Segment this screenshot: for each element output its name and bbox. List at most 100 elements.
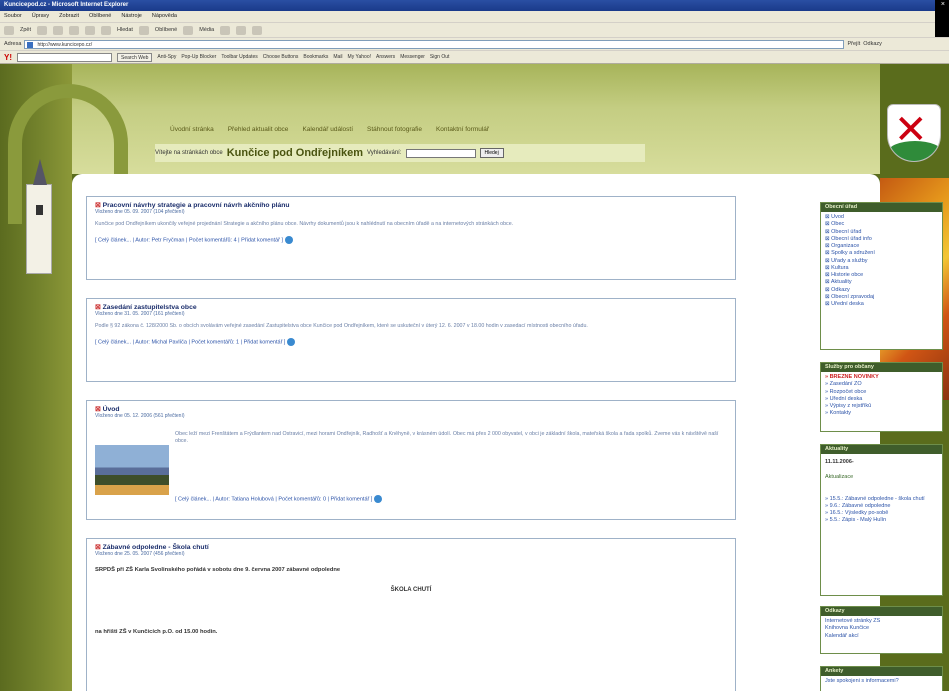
sidebar-item[interactable]: Internetové stránky ZŠ xyxy=(825,618,938,625)
favorites-label[interactable]: Oblíbené xyxy=(155,27,177,33)
nav-news[interactable]: Přehled aktualit obce xyxy=(228,126,289,133)
yahoo-item[interactable]: Answers xyxy=(376,54,395,60)
home-icon[interactable] xyxy=(85,25,96,35)
standard-toolbar: Zpět Hledat Oblíbené Média xyxy=(0,22,935,37)
menu-tools[interactable]: Nástroje xyxy=(121,13,141,20)
article-links[interactable]: [ Celý článek... | Autor: Michal Pavlíča… xyxy=(95,338,727,347)
sidebar-item[interactable]: ⊠ Spolky a sdružení xyxy=(825,250,938,257)
site-search-button[interactable]: Hledej xyxy=(479,148,504,158)
yahoo-search-input[interactable] xyxy=(17,52,112,62)
sidebar-box: Ankety Jste spokojeni s informacemi? xyxy=(820,666,943,691)
sidebar-item[interactable]: » Rozpočet obce xyxy=(825,389,938,396)
yahoo-item[interactable]: Messenger xyxy=(400,54,425,60)
sidebar-item[interactable]: Kalendář akcí xyxy=(825,633,938,640)
history-icon[interactable] xyxy=(220,25,231,35)
sidebar-item[interactable]: Knihovna Kunčice xyxy=(825,625,938,632)
article-links[interactable]: [ Celý článek... | Autor: Tatiana Holubo… xyxy=(175,495,383,503)
sidebar-item[interactable]: » Kontakty xyxy=(825,410,938,417)
sidebar-item[interactable]: ⊠ Úřední deska xyxy=(825,301,938,308)
article-meta: Vloženo dne 25. 05. 2007 (456 přečtení) xyxy=(95,551,185,557)
close-icon[interactable]: × xyxy=(941,1,945,8)
search-icon[interactable] xyxy=(101,25,112,35)
sidebar-heading: Odkazy xyxy=(821,607,942,616)
article-title[interactable]: ⊠ Zábavné odpoledne - Škola chutí xyxy=(95,543,727,551)
sidebar-item[interactable]: ⊠ Organizace xyxy=(825,243,938,250)
print-icon[interactable] xyxy=(285,236,293,245)
welcome-text: Vítejte na stránkách obce xyxy=(155,150,223,156)
yahoo-item[interactable]: Bookmarks xyxy=(303,54,328,60)
go-button[interactable]: Přejít xyxy=(847,41,860,47)
site-nav: Úvodní stránka Přehled aktualit obce Kal… xyxy=(170,126,489,133)
sidebar-menu: » BŘEZNÉ NOVINKY » Zasedání ZO » Rozpoče… xyxy=(821,372,942,420)
menu-view[interactable]: Zobrazit xyxy=(59,13,79,20)
yahoo-item[interactable]: Toolbar Updates xyxy=(221,54,257,60)
sidebar-heading: Obecní úřad xyxy=(821,203,942,212)
town-name: Kunčice pod Ondřejníkem xyxy=(226,147,364,159)
article-title[interactable]: ⊠ Pracovní návrhy strategie a pracovní n… xyxy=(95,201,727,209)
nav-calendar[interactable]: Kalendář událostí xyxy=(302,126,353,133)
sidebar-item[interactable]: » Zasedání ZO xyxy=(825,381,938,388)
main-content: ⊠ Pracovní návrhy strategie a pracovní n… xyxy=(72,174,943,691)
sidebar-links: Internetové stránky ZŠ Knihovna Kunčice … xyxy=(821,616,942,642)
mail-icon[interactable] xyxy=(236,25,247,35)
yahoo-item[interactable]: Choose Buttons xyxy=(263,54,299,60)
yahoo-toolbar: Y! Search Web Anti-Spy Pop-Up Blocker To… xyxy=(0,50,949,64)
yahoo-logo-icon[interactable]: Y! xyxy=(4,53,12,62)
sidebar-item[interactable]: ⊠ Kultura xyxy=(825,265,938,272)
nav-home[interactable]: Úvodní stránka xyxy=(170,126,214,133)
print-icon[interactable] xyxy=(374,495,383,503)
sidebar-item[interactable]: » Úřední deska xyxy=(825,396,938,403)
sidebar-box: Služby pro občany » BŘEZNÉ NOVINKY » Zas… xyxy=(820,362,943,432)
sidebar-poll: Jste spokojeni s informacemi? xyxy=(821,676,942,687)
media-label[interactable]: Média xyxy=(199,27,214,33)
yahoo-item[interactable]: Sign Out xyxy=(430,54,449,60)
print-icon[interactable] xyxy=(252,25,263,35)
stop-icon[interactable] xyxy=(53,25,64,35)
sidebar-item[interactable]: Jste spokojeni s informacemi? xyxy=(825,678,938,685)
nav-photos[interactable]: Stáhnout fotografie xyxy=(367,126,422,133)
sidebar-item[interactable]: ⊠ Aktuality xyxy=(825,279,938,286)
menu-file[interactable]: Soubor xyxy=(4,13,22,20)
yahoo-item[interactable]: Pop-Up Blocker xyxy=(181,54,216,60)
event-intro: SRPDŠ při ZŠ Karla Svolinského pořádá v … xyxy=(95,567,341,573)
sidebar-item[interactable]: » BŘEZNÉ NOVINKY xyxy=(825,374,938,381)
sidebar-item[interactable]: ⊠ Úvod xyxy=(825,214,938,221)
sidebar-item[interactable]: ⊠ Úřady a služby xyxy=(825,258,938,265)
print-icon[interactable] xyxy=(287,338,296,347)
article-links[interactable]: [ Celý článek... | Autor: Petr Fryčman |… xyxy=(95,236,727,245)
sidebar-item[interactable]: » Výpisy z rejstříků xyxy=(825,403,938,410)
address-input[interactable]: http://www.kuncicepo.cz/ xyxy=(24,39,845,49)
menu-help[interactable]: Nápověda xyxy=(152,13,177,20)
article-title[interactable]: ⊠ Zasedání zastupitelstva obce xyxy=(95,303,727,311)
article-meta: Vloženo dne 05. 12. 2006 (561 přečtení) xyxy=(95,413,185,419)
menu-favorites[interactable]: Oblíbené xyxy=(89,13,111,20)
sidebar-item[interactable]: ⊠ Odkazy xyxy=(825,287,938,294)
refresh-icon[interactable] xyxy=(69,25,80,35)
site-search-input[interactable] xyxy=(405,148,476,158)
sidebar-item[interactable]: ⊠ Historie obce xyxy=(825,272,938,279)
back-label[interactable]: Zpět xyxy=(20,27,31,33)
article-title[interactable]: ⊠ Úvod xyxy=(95,405,727,413)
media-icon[interactable] xyxy=(183,25,194,35)
search-label[interactable]: Hledat xyxy=(117,27,133,33)
back-icon[interactable] xyxy=(4,25,14,35)
sidebar-item[interactable]: ⊠ Obecní úřad info xyxy=(825,236,938,243)
favorites-icon[interactable] xyxy=(138,25,149,35)
sidebar-item[interactable]: » 9.6.: Zábavné odpoledne xyxy=(825,503,938,510)
sidebar-item[interactable]: ⊠ Obecní zpravodaj xyxy=(825,294,938,301)
yahoo-search-button[interactable]: Search Web xyxy=(117,52,153,62)
yahoo-item[interactable]: Anti-Spy xyxy=(157,54,176,60)
address-label: Adresa xyxy=(4,41,22,47)
sidebar-item[interactable]: » 16.5.: Výsledky po-sobě xyxy=(825,510,938,517)
sidebar-heading: Ankety xyxy=(821,667,942,676)
menu-edit[interactable]: Úpravy xyxy=(32,13,49,20)
sidebar-item[interactable]: » 15.5.: Zábavné odpoledne - škola chutí xyxy=(825,496,938,503)
yahoo-item[interactable]: Mail xyxy=(333,54,342,60)
sidebar-item[interactable]: ⊠ Obec xyxy=(825,221,938,228)
sidebar-item[interactable]: ⊠ Obecní úřad xyxy=(825,229,938,236)
forward-icon[interactable] xyxy=(37,25,48,35)
nav-contact[interactable]: Kontaktní formulář xyxy=(436,126,489,133)
links-label[interactable]: Odkazy xyxy=(863,41,882,47)
sidebar-item[interactable]: » 5.5.: Zápis - Malý Hulín xyxy=(825,517,938,524)
yahoo-item[interactable]: My Yahoo! xyxy=(348,54,371,60)
